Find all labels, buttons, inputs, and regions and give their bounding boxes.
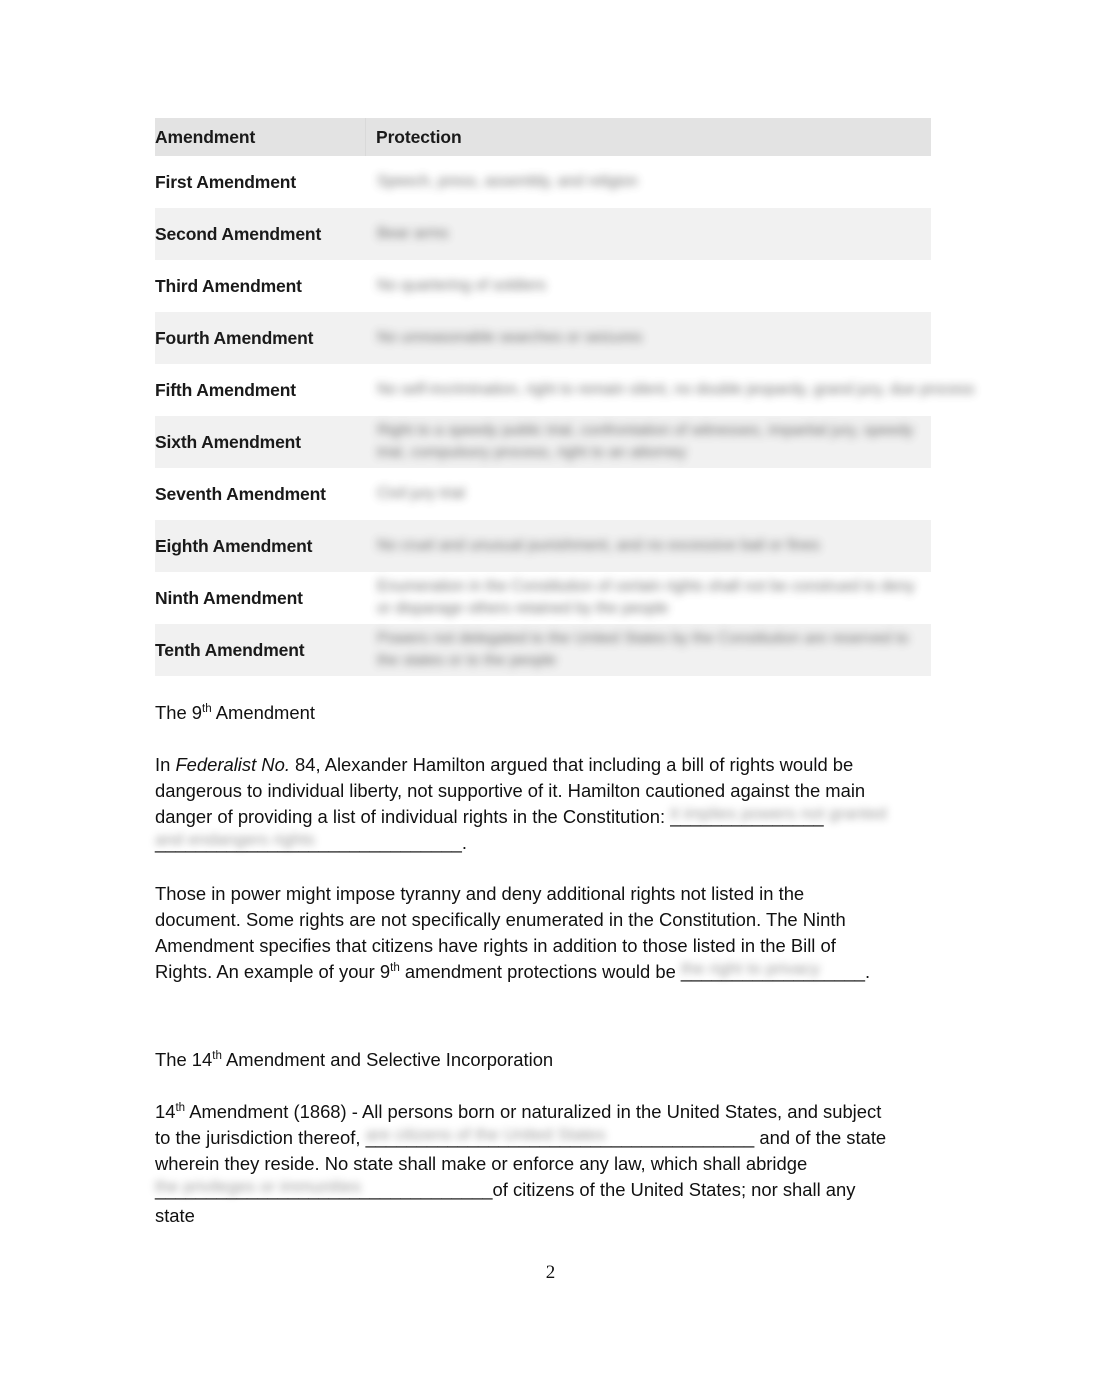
ninth-paragraph-one: In Federalist No. 84, Alexander Hamilton… — [155, 752, 895, 856]
federalist-lead-in: In — [155, 754, 176, 775]
fourteenth-amendment-heading: The 14th Amendment and Selective Incorpo… — [155, 1047, 895, 1073]
fill-in-blank-wrapper-5[interactable]: _________________________________ the pri… — [155, 1177, 493, 1203]
table-row: Tenth Amendment Powers not delegated to … — [155, 624, 931, 676]
fill-in-blank-wrapper-3[interactable]: __________________ the right to privacy — [681, 959, 865, 985]
fill-in-blank-4[interactable]: ______________________________________ — [366, 1127, 755, 1148]
tyranny-text-cont: amendment protections would be — [399, 961, 681, 982]
fourteenth-heading-prefix: The 14 — [155, 1049, 213, 1070]
protection-cell-9: Enumeration in the Constitution of certa… — [365, 572, 931, 624]
protection-cell-8: No cruel and unusual punishment, and no … — [365, 520, 931, 572]
table-header-row: Amendment Protection — [155, 118, 931, 156]
protection-text-10: Powers not delegated to the United State… — [377, 629, 909, 669]
federalist-trailing-period: . — [461, 832, 467, 853]
protection-cell-5: No self-incrimination, right to remain s… — [365, 364, 975, 416]
amendment-name-3: Third Amendment — [155, 260, 365, 312]
table-header-amendment: Amendment — [155, 118, 365, 156]
fourteenth-number: 14 — [155, 1101, 176, 1122]
amendment-name-9: Ninth Amendment — [155, 572, 365, 624]
bill-of-rights-table: Amendment Protection First Amendment Spe… — [155, 118, 975, 676]
ninth-inline-ordinal: th — [390, 961, 400, 974]
protection-text-2: Bear arms — [377, 224, 449, 242]
page-number: 2 — [545, 1262, 556, 1283]
ninth-heading-suffix: Amendment — [211, 702, 315, 723]
protection-text-1: Speech, press, assembly, and religion — [377, 172, 638, 190]
amendment-name-7: Seventh Amendment — [155, 468, 365, 520]
protection-cell-3: No quartering of soldiers — [365, 260, 931, 312]
bill-of-rights-table-container: Amendment Protection First Amendment Spe… — [155, 118, 975, 676]
fourteenth-inline-ordinal: th — [175, 1101, 186, 1114]
table-row: First Amendment Speech, press, assembly,… — [155, 156, 931, 208]
table-row: Eighth Amendment No cruel and unusual pu… — [155, 520, 931, 572]
table-row: Seventh Amendment Civil jury trial — [155, 468, 931, 520]
fill-in-blank-wrapper-2[interactable]: ______________________________ and endang… — [155, 830, 462, 856]
table-row: Fifth Amendment No self-incrimination, r… — [155, 364, 975, 416]
fill-in-blank-1[interactable]: _______________ — [670, 806, 823, 827]
ninth-amendment-heading: The 9th Amendment — [155, 700, 895, 726]
amendment-name-1: First Amendment — [155, 156, 365, 208]
protection-text-5: No self-incrimination, right to remain s… — [377, 380, 975, 398]
ninth-paragraph-two: Those in power might impose tyranny and … — [155, 881, 895, 985]
amendment-name-5: Fifth Amendment — [155, 364, 365, 416]
protection-text-3: No quartering of soldiers — [377, 276, 546, 294]
protection-cell-7: Civil jury trial — [365, 468, 931, 520]
amendment-name-2: Second Amendment — [155, 208, 365, 260]
table-row: Third Amendment No quartering of soldier… — [155, 260, 931, 312]
table-row: Ninth Amendment Enumeration in the Const… — [155, 572, 931, 624]
amendment-name-4: Fourth Amendment — [155, 312, 365, 364]
ninth-para2-period: . — [865, 961, 871, 982]
table-row: Fourth Amendment No unreasonable searche… — [155, 312, 931, 364]
protection-cell-10: Powers not delegated to the United State… — [365, 624, 931, 676]
ninth-heading-ordinal: th — [202, 702, 212, 715]
fill-in-blank-5[interactable]: _________________________________ — [155, 1179, 493, 1200]
protection-text-7: Civil jury trial — [377, 484, 465, 502]
federalist-title: Federalist No. — [175, 754, 290, 775]
amendment-name-6: Sixth Amendment — [155, 416, 365, 468]
fourteenth-heading-suffix: Amendment and Selective Incorporation — [221, 1049, 554, 1070]
protection-cell-1: Speech, press, assembly, and religion — [365, 156, 931, 208]
fill-in-blank-3[interactable]: __________________ — [681, 961, 865, 982]
fourteenth-heading-ordinal: th — [212, 1049, 222, 1062]
amendment-name-8: Eighth Amendment — [155, 520, 365, 572]
fourteenth-paragraph: 14th Amendment (1868) - All persons born… — [155, 1099, 895, 1229]
amendment-name-10: Tenth Amendment — [155, 624, 365, 676]
fill-in-blank-2[interactable]: ______________________________ — [155, 832, 462, 853]
table-row: Second Amendment Bear arms — [155, 208, 931, 260]
fill-in-blank-wrapper-1[interactable]: _______________ it implies powers not gra… — [670, 804, 886, 830]
document-page: Amendment Protection First Amendment Spe… — [0, 0, 1101, 1377]
protection-text-4: No unreasonable searches or seizures — [377, 328, 643, 346]
table-row: Sixth Amendment Right to a speedy public… — [155, 416, 931, 468]
document-body: The 9th Amendment In Federalist No. 84, … — [155, 700, 895, 1229]
fill-in-blank-wrapper-4[interactable]: ______________________________________ ar… — [366, 1125, 755, 1151]
protection-cell-6: Right to a speedy public trial, confront… — [365, 416, 931, 468]
protection-cell-2: Bear arms — [365, 208, 931, 260]
protection-text-9: Enumeration in the Constitution of certa… — [377, 577, 915, 617]
ninth-heading-prefix: The 9 — [155, 702, 203, 723]
protection-cell-4: No unreasonable searches or seizures — [365, 312, 931, 364]
protection-text-6: Right to a speedy public trial, confront… — [377, 421, 914, 461]
protection-text-8: No cruel and unusual punishment, and no … — [377, 536, 820, 554]
table-header-protection: Protection — [365, 118, 931, 156]
